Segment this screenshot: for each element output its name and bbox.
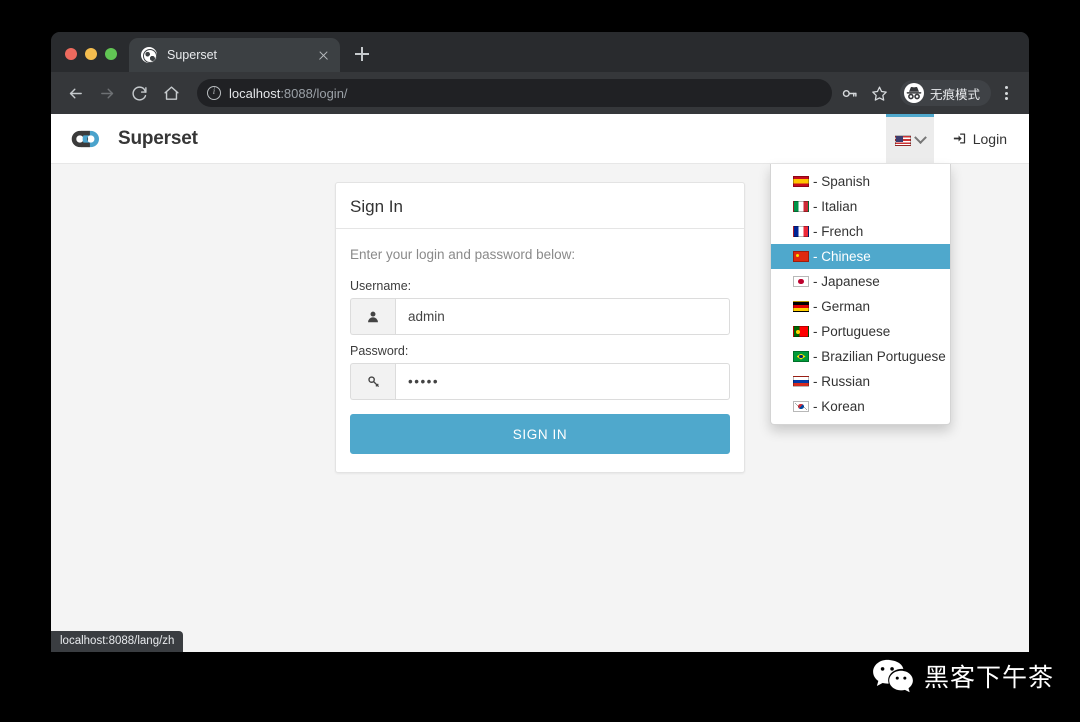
status-bar-url: localhost:8088/lang/zh — [51, 631, 184, 652]
flag-cn-icon — [793, 251, 809, 262]
dot — [1004, 91, 1008, 95]
incognito-glyph — [906, 86, 922, 100]
language-option[interactable]: - Italian — [771, 194, 950, 219]
language-option-label: - French — [813, 224, 864, 239]
language-option-label: - Brazilian Portuguese — [813, 349, 946, 364]
language-option[interactable]: - Japanese — [771, 269, 950, 294]
password-input[interactable] — [395, 363, 730, 400]
flag-jp-icon — [793, 276, 809, 287]
user-icon — [350, 298, 395, 335]
browser-window: Superset localhost:8088/login/ — [51, 32, 1029, 652]
login-link[interactable]: Login — [934, 114, 1029, 163]
watermark-text: 黑客下午茶 — [923, 663, 1054, 692]
globe-icon — [141, 47, 157, 63]
incognito-icon — [903, 83, 924, 103]
navbar-right: Login — [885, 114, 1029, 163]
language-option[interactable]: - Portuguese — [771, 319, 950, 344]
language-option-label: - Korean — [813, 399, 865, 414]
window-close-button[interactable] — [65, 48, 77, 60]
language-option-label: - Spanish — [813, 174, 871, 189]
toolbar-actions: 无痕模式 — [836, 79, 1017, 107]
password-label: Password: — [350, 344, 409, 358]
flag-pt-icon — [793, 326, 809, 337]
address-bar[interactable]: localhost:8088/login/ — [197, 79, 832, 107]
language-option-label: - German — [813, 299, 871, 314]
window-maximize-button[interactable] — [105, 48, 117, 60]
tab-title: Superset — [167, 48, 218, 62]
info-circle-icon[interactable] — [207, 86, 221, 100]
login-label: Login — [972, 130, 1007, 147]
card-body: Enter your login and password below: Use… — [336, 229, 744, 472]
language-selector-button[interactable] — [885, 114, 934, 163]
brand[interactable]: Superset — [51, 114, 198, 163]
star-icon[interactable] — [866, 79, 894, 107]
watermark: 黑客下午茶 — [872, 658, 1054, 694]
forward-arrow-icon[interactable] — [93, 79, 121, 107]
signin-button[interactable]: SIGN IN — [350, 414, 730, 454]
close-icon[interactable] — [314, 46, 332, 64]
brand-name: Superset — [118, 127, 198, 149]
flag-br-icon — [793, 351, 809, 362]
browser-toolbar: localhost:8088/login/ — [51, 72, 1029, 114]
flag-fr-icon — [793, 226, 809, 237]
back-arrow-icon[interactable] — [61, 79, 89, 107]
browser-tab[interactable]: Superset — [129, 38, 340, 72]
flag-us-icon — [894, 134, 911, 146]
reload-icon[interactable] — [125, 79, 153, 107]
wechat-icon — [873, 659, 913, 693]
key-icon[interactable] — [836, 79, 864, 107]
address-bar-url: localhost:8088/login/ — [229, 86, 348, 101]
language-option[interactable]: - German — [771, 294, 950, 319]
language-option[interactable]: - Spanish — [771, 169, 950, 194]
url-host: localhost — [229, 85, 281, 101]
home-icon[interactable] — [157, 79, 185, 107]
dot — [1004, 97, 1008, 100]
window-traffic-lights — [51, 48, 129, 72]
page-viewport: Superset Login - Spanish - Italian - Frenc… — [51, 114, 1029, 652]
chevron-down-icon — [913, 130, 927, 144]
flag-kr-icon — [793, 401, 809, 412]
card-header: Sign In — [336, 183, 744, 229]
language-option-label: - Italian — [813, 199, 858, 214]
sign-in-icon — [953, 133, 965, 144]
flag-es-icon — [793, 176, 809, 187]
flag-it-icon — [793, 201, 809, 212]
signin-card: Sign In Enter your login and password be… — [335, 182, 745, 473]
language-option-label: - Russian — [813, 374, 871, 389]
language-option[interactable]: - Chinese — [771, 244, 950, 269]
url-path: :8088/login/ — [280, 85, 348, 101]
flag-de-icon — [793, 301, 809, 312]
three-dots-icon[interactable] — [995, 79, 1017, 107]
language-option[interactable]: - French — [771, 219, 950, 244]
language-option-label: - Chinese — [813, 249, 871, 264]
language-option[interactable]: - Brazilian Portuguese — [771, 344, 950, 369]
dot — [1004, 86, 1008, 89]
incognito-mode-chip[interactable]: 无痕模式 — [899, 80, 991, 106]
key-icon — [350, 363, 395, 400]
page-title: Sign In — [350, 197, 403, 216]
flag-ru-icon — [793, 376, 809, 387]
window-minimize-button[interactable] — [85, 48, 97, 60]
language-option-label: - Portuguese — [813, 324, 891, 339]
username-label: Username: — [350, 279, 412, 293]
login-hint: Enter your login and password below: — [350, 247, 576, 262]
language-option[interactable]: - Russian — [771, 369, 950, 394]
tab-strip: Superset — [51, 32, 1029, 72]
password-input-group — [350, 363, 730, 400]
username-input-group — [350, 298, 730, 335]
superset-logo-icon — [71, 130, 100, 147]
new-tab-button[interactable] — [348, 40, 376, 68]
language-option-label: - Japanese — [813, 274, 880, 289]
incognito-label: 无痕模式 — [929, 87, 980, 102]
superset-navbar: Superset Login — [51, 114, 1029, 164]
language-dropdown-menu[interactable]: - Spanish - Italian - French - Chinese - Jap… — [770, 164, 951, 425]
language-option[interactable]: - Korean — [771, 394, 950, 419]
username-input[interactable] — [395, 298, 730, 335]
